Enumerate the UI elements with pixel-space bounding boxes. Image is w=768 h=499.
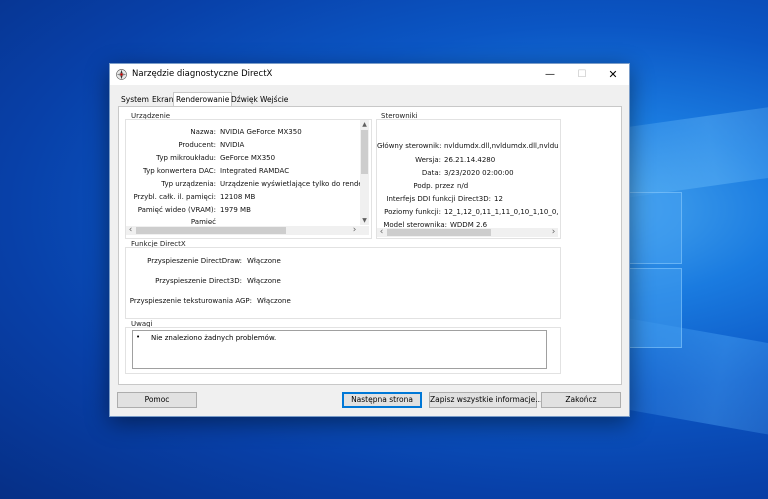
dxdiag-window[interactable]: Narzędzie diagnostyczne DirectX — ☐ ✕ Sy… [109, 63, 630, 417]
window-title: Narzędzie diagnostyczne DirectX [132, 69, 273, 79]
main-driver-label: Główny sterownik: [377, 142, 442, 150]
scroll-up-arrow-icon[interactable]: ▲ [360, 120, 369, 129]
device-name-value: NVIDIA GeForce MX350 [220, 128, 302, 136]
feature-levels-value: 12_1,12_0,11_1,11_0,10_1,10_0,9_3 [444, 208, 558, 216]
agp-texture-value: Włączone [257, 297, 291, 305]
ddi-label: Interfejs DDI funkcji Direct3D: [386, 195, 491, 203]
tab-renderowanie[interactable]: Renderowanie [173, 92, 233, 107]
minimize-button[interactable]: — [534, 64, 566, 85]
scroll-thumb[interactable] [136, 227, 286, 234]
scroll-thumb[interactable] [361, 130, 368, 174]
scroll-thumb[interactable] [387, 229, 491, 236]
help-button[interactable]: Pomoc [117, 392, 197, 408]
directdraw-value: Włączone [247, 257, 281, 265]
device-manufacturer-value: NVIDIA [220, 141, 245, 149]
directdraw-label: Przyspieszenie DirectDraw: [147, 257, 242, 265]
tab-ekran[interactable]: Ekran [150, 94, 176, 106]
title-bar[interactable]: Narzędzie diagnostyczne DirectX — ☐ ✕ [110, 64, 629, 85]
scroll-right-arrow-icon[interactable]: › [549, 228, 558, 237]
device-type-value: Urządzenie wyświetlające tylko do render… [220, 180, 366, 188]
device-type-label: Typ urządzenia: [161, 180, 216, 188]
driver-date-value: 3/23/2020 02:00:00 [444, 169, 514, 177]
device-manufacturer-label: Producent: [178, 141, 216, 149]
exit-button[interactable]: Zakończ [541, 392, 621, 408]
notes-text-box[interactable]: • Nie znaleziono żadnych problemów. [132, 330, 547, 369]
windows-logo-pane [628, 268, 682, 348]
maximize-button[interactable]: ☐ [566, 64, 598, 85]
total-memory-value: 12108 MB [220, 193, 256, 201]
features-group: Przyspieszenie DirectDraw: Włączone Przy… [125, 247, 561, 319]
tab-system[interactable]: System [119, 94, 151, 106]
signed-by-label: Podp. przez [413, 182, 454, 190]
signed-by-value: n/d [457, 182, 469, 190]
scroll-right-arrow-icon[interactable]: › [350, 226, 359, 235]
note-bullet: • [136, 333, 141, 341]
tab-wejscie[interactable]: Wejście [258, 94, 290, 106]
main-driver-value: nvldumdx.dll,nvldumdx.dll,nvldum [444, 142, 558, 150]
tab-content-panel: Urządzenie Nazwa: NVIDIA GeForce MX350 P… [118, 106, 622, 385]
feature-levels-label: Poziomy funkcji: [384, 208, 441, 216]
device-vertical-scrollbar[interactable]: ▲ ▼ [360, 120, 369, 225]
chip-type-value: GeForce MX350 [220, 154, 276, 162]
save-all-info-button[interactable]: Zapisz wszystkie informacje... [429, 392, 542, 408]
dac-type-value: Integrated RAMDAC [220, 167, 290, 175]
scroll-down-arrow-icon[interactable]: ▼ [360, 216, 369, 225]
device-horizontal-scrollbar[interactable]: ‹ › [126, 226, 369, 235]
chip-type-label: Typ mikroukładu: [156, 154, 216, 162]
total-memory-label: Przybl. całk. il. pamięci: [133, 193, 216, 201]
device-group: Nazwa: NVIDIA GeForce MX350 Producent: N… [125, 119, 372, 239]
vram-value: 1979 MB [220, 206, 251, 214]
ddi-value: 12 [494, 195, 503, 203]
drivers-group: Główny sterownik: nvldumdx.dll,nvldumdx.… [376, 119, 561, 239]
scroll-left-arrow-icon[interactable]: ‹ [377, 228, 386, 237]
drivers-horizontal-scrollbar[interactable]: ‹ › [377, 228, 558, 237]
tab-dzwiek[interactable]: Dźwięk [229, 94, 260, 106]
device-name-label: Nazwa: [190, 128, 216, 136]
scroll-left-arrow-icon[interactable]: ‹ [126, 226, 135, 235]
direct3d-value: Włączone [247, 277, 281, 285]
note-item: Nie znaleziono żadnych problemów. [151, 334, 277, 342]
close-button[interactable]: ✕ [597, 64, 629, 85]
agp-texture-label: Przyspieszenie teksturowania AGP: [129, 297, 252, 305]
direct3d-label: Przyspieszenie Direct3D: [155, 277, 242, 285]
next-page-button[interactable]: Następna strona [342, 392, 422, 408]
vram-label: Pamięć wideo (VRAM): [137, 206, 216, 214]
windows-logo-pane [628, 192, 682, 264]
shared-memory-label: Pamięć [190, 218, 216, 224]
driver-date-label: Data: [421, 169, 441, 177]
directx-app-icon [116, 69, 127, 80]
driver-version-value: 26.21.14.4280 [444, 156, 496, 164]
dac-type-label: Typ konwertera DAC: [142, 167, 216, 175]
driver-version-label: Wersja: [415, 156, 441, 164]
